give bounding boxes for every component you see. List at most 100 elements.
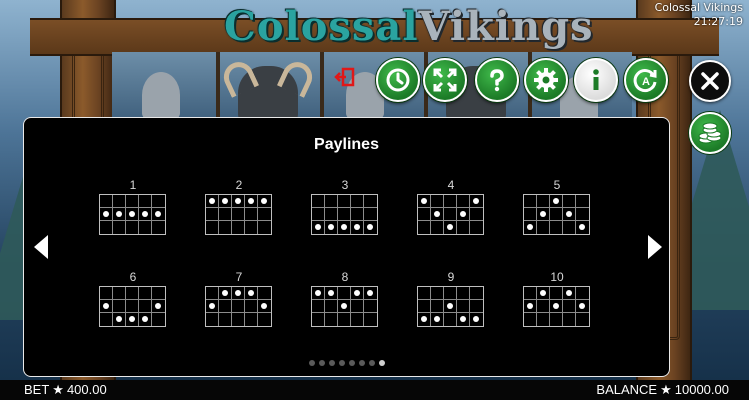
payline-3: 3	[311, 178, 379, 235]
payline-cell	[139, 208, 152, 221]
payline-dot	[142, 211, 148, 217]
payline-cell	[418, 208, 431, 221]
help-button[interactable]	[475, 58, 519, 102]
payline-cell	[563, 313, 576, 326]
info-button[interactable]	[574, 58, 618, 102]
payline-5: 5	[523, 178, 591, 235]
payline-cell	[232, 300, 245, 313]
payline-cell	[258, 208, 271, 221]
close-icon	[701, 72, 719, 90]
exit-icon	[334, 67, 355, 87]
payline-cell	[100, 208, 113, 221]
page-dot[interactable]	[378, 360, 385, 366]
payline-8: 8	[311, 270, 379, 327]
bet-display[interactable]: BET ★ 400.00	[24, 380, 107, 400]
payline-cell	[139, 195, 152, 208]
payline-cell	[338, 221, 351, 234]
payline-cell	[470, 300, 483, 313]
page-dot[interactable]	[328, 360, 335, 366]
payline-cell	[364, 287, 377, 300]
exit-button[interactable]	[333, 66, 357, 90]
payline-cell	[245, 313, 258, 326]
payline-cell	[457, 300, 470, 313]
payline-cell	[431, 195, 444, 208]
payline-cell	[139, 313, 152, 326]
payline-cell	[351, 195, 364, 208]
payline-dot	[261, 198, 267, 204]
close-button[interactable]	[689, 60, 731, 102]
balance-label: BALANCE	[596, 382, 658, 397]
payline-cell	[563, 287, 576, 300]
payline-cell	[457, 221, 470, 234]
payline-number: 6	[129, 270, 137, 284]
payline-cell	[100, 313, 113, 326]
payline-dot	[222, 290, 228, 296]
payline-10: 10	[523, 270, 591, 327]
payline-cell	[126, 221, 139, 234]
bet-value: 400.00	[66, 382, 107, 397]
payline-number: 7	[235, 270, 243, 284]
page-dot[interactable]	[338, 360, 345, 366]
payline-cell	[563, 221, 576, 234]
payline-cell	[219, 300, 232, 313]
payline-number: 9	[447, 270, 455, 284]
payline-cell	[431, 221, 444, 234]
settings-button[interactable]	[524, 58, 568, 102]
payline-dot	[116, 316, 122, 322]
balance-display: BALANCE ★ 10000.00	[596, 380, 729, 400]
payline-cell	[537, 313, 550, 326]
payline-cell	[444, 221, 457, 234]
fullscreen-button[interactable]	[423, 58, 467, 102]
payline-cell	[126, 195, 139, 208]
payline-dot	[460, 316, 466, 322]
payline-cell	[524, 221, 537, 234]
payline-cell	[431, 287, 444, 300]
payline-pattern	[311, 194, 378, 235]
payline-dot	[209, 198, 215, 204]
payline-cell	[576, 221, 589, 234]
payline-cell	[113, 287, 126, 300]
payline-cell	[537, 221, 550, 234]
panel-title: Paylines	[314, 136, 379, 153]
payline-cell	[550, 300, 563, 313]
payline-cell	[100, 195, 113, 208]
payline-cell	[418, 287, 431, 300]
payline-dot	[354, 290, 360, 296]
payline-cell	[152, 287, 165, 300]
payline-cell	[576, 195, 589, 208]
clock-icon	[386, 68, 410, 92]
payline-cell	[418, 195, 431, 208]
payline-dot	[434, 211, 440, 217]
page-dot[interactable]	[308, 360, 315, 366]
payline-cell	[418, 221, 431, 234]
payline-cell	[206, 300, 219, 313]
payline-cell	[444, 313, 457, 326]
payline-cell	[113, 313, 126, 326]
previous-page-arrow[interactable]	[34, 235, 48, 259]
next-page-arrow[interactable]	[648, 235, 662, 259]
payline-dot	[248, 290, 254, 296]
payline-cell	[258, 313, 271, 326]
payline-cell	[338, 287, 351, 300]
page-dot[interactable]	[348, 360, 355, 366]
payline-cell	[537, 287, 550, 300]
autoplay-clock-button[interactable]	[376, 58, 420, 102]
payline-dot	[129, 211, 135, 217]
payline-pattern	[205, 286, 272, 327]
payline-cell	[325, 221, 338, 234]
bet-coins-button[interactable]	[689, 112, 731, 154]
payline-dot	[566, 211, 572, 217]
payline-number: 8	[341, 270, 349, 284]
autoplay-button[interactable]: A	[624, 58, 668, 102]
page-dot[interactable]	[368, 360, 375, 366]
payline-cell	[470, 208, 483, 221]
payline-cell	[470, 313, 483, 326]
coins-stack-icon	[698, 122, 722, 144]
page-dot[interactable]	[358, 360, 365, 366]
payline-2: 2	[205, 178, 273, 235]
payline-dot	[315, 290, 321, 296]
payline-cell	[245, 300, 258, 313]
payline-cell	[232, 221, 245, 234]
payline-dot	[553, 198, 559, 204]
page-dot[interactable]	[318, 360, 325, 366]
